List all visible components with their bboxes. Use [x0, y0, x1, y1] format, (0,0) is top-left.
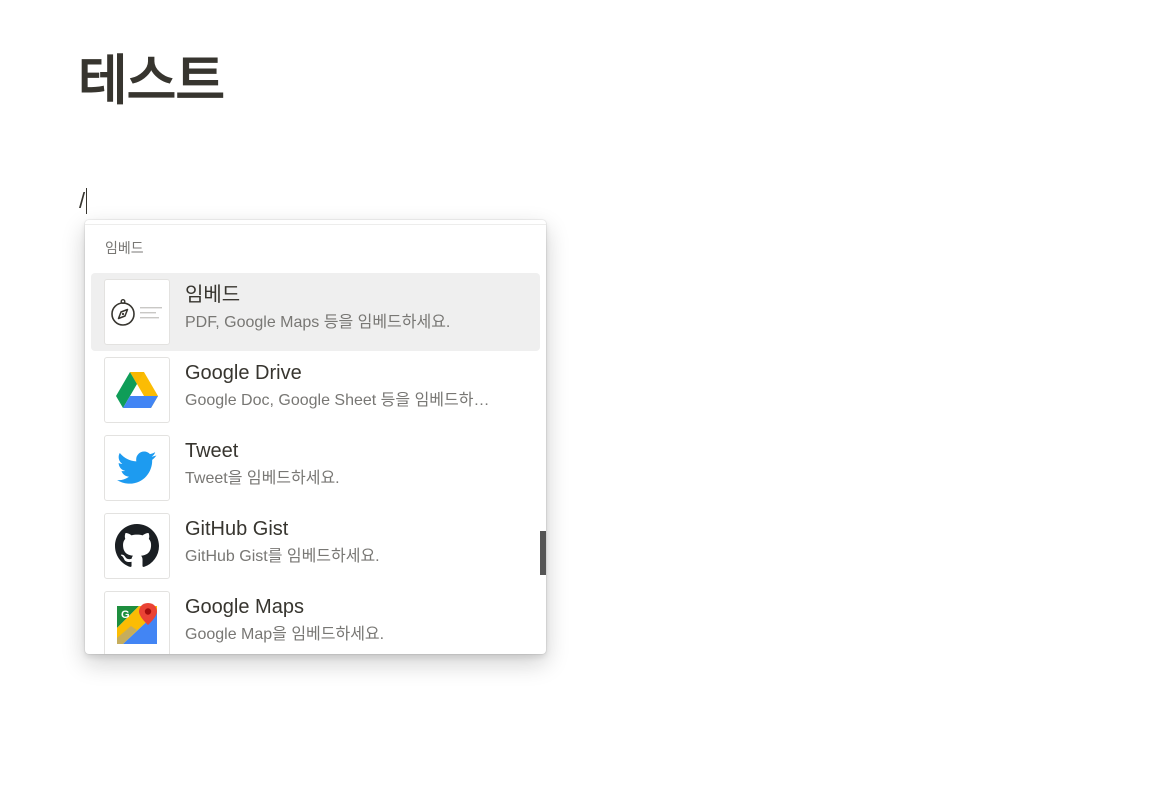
page-title[interactable]: 테스트: [78, 48, 225, 114]
menu-item-google-drive[interactable]: Google Drive Google Doc, Google Sheet 등을…: [91, 351, 540, 429]
menu-item-description: PDF, Google Maps 등을 임베드하세요.: [185, 314, 451, 331]
menu-item-title: Google Maps: [185, 596, 304, 618]
slash-command-menu: 임베드 임베드 PDF, Google Maps 등을 임베드하세요. Goog…: [85, 220, 546, 654]
menu-item-title: 임베드: [185, 284, 241, 306]
menu-item-title: Google Drive: [185, 362, 302, 384]
menu-item-tweet[interactable]: Tweet Tweet을 임베드하세요.: [91, 429, 540, 507]
menu-item-description: Google Doc, Google Sheet 등을 임베드하…: [185, 392, 490, 409]
google-drive-icon: [104, 357, 170, 423]
menu-list: 임베드 PDF, Google Maps 등을 임베드하세요. Google D…: [91, 273, 540, 654]
editor-line[interactable]: /: [79, 186, 88, 216]
menu-item-description: GitHub Gist를 임베드하세요.: [185, 548, 380, 565]
svg-text:G: G: [121, 609, 130, 621]
slash-command-text[interactable]: /: [79, 186, 85, 216]
twitter-bird-icon: [104, 435, 170, 501]
menu-item-description: Google Map을 임베드하세요.: [185, 626, 385, 643]
menu-scrollbar-thumb[interactable]: [540, 531, 546, 575]
menu-item-description: Tweet을 임베드하세요.: [185, 470, 340, 487]
github-icon: [104, 513, 170, 579]
menu-item-embed[interactable]: 임베드 PDF, Google Maps 등을 임베드하세요.: [91, 273, 540, 351]
menu-divider: [85, 224, 546, 225]
text-caret: [86, 188, 88, 214]
page: 테스트 / 임베드 임베드 PDF, Google Maps 등을 임베드하세요…: [0, 0, 1157, 793]
google-maps-icon: G: [104, 591, 170, 654]
menu-item-title: GitHub Gist: [185, 518, 289, 540]
menu-item-github-gist[interactable]: GitHub Gist GitHub Gist를 임베드하세요.: [91, 507, 540, 585]
menu-item-google-maps[interactable]: G Google Maps Google Map을 임베드하세요.: [91, 585, 540, 654]
menu-item-title: Tweet: [185, 440, 239, 462]
menu-section-label: 임베드: [105, 241, 144, 257]
embed-compass-icon: [104, 279, 170, 345]
